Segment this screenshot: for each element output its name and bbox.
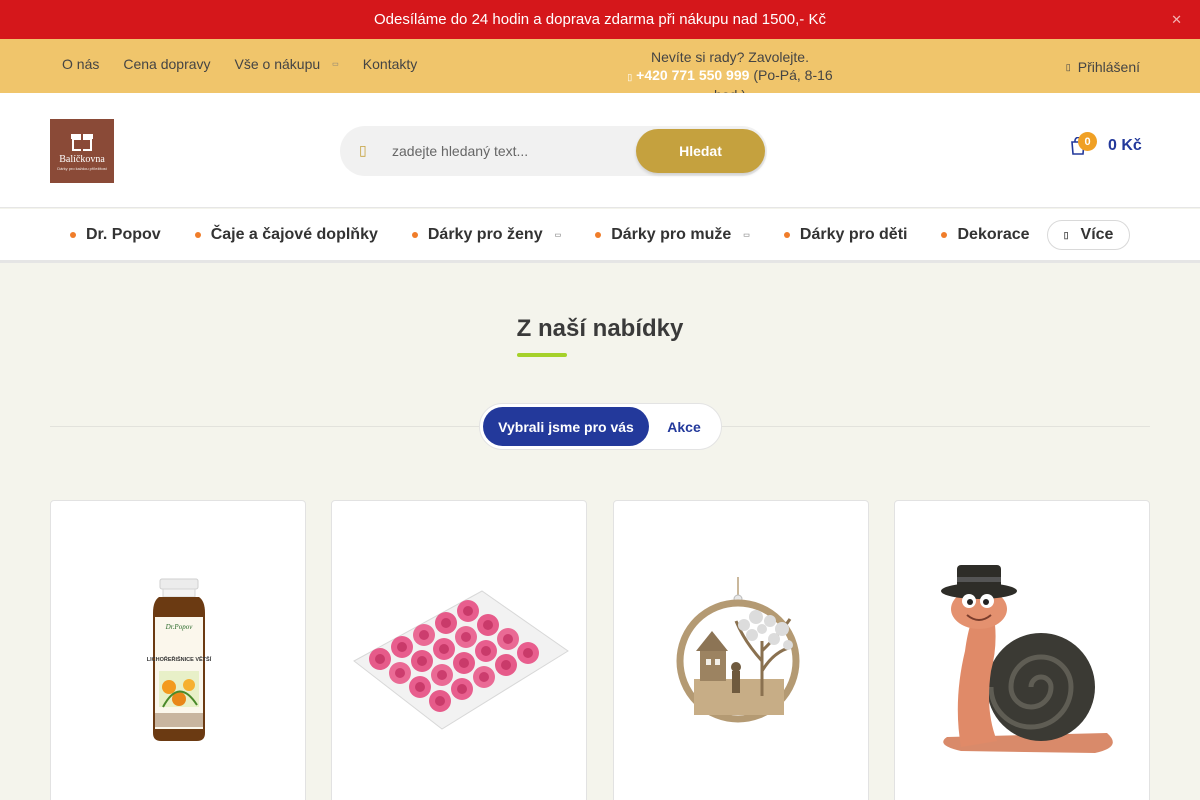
bullet-icon	[783, 232, 790, 238]
category-nav: Dr. Popov Čaje a čajové doplňky Dárky pr…	[0, 209, 1200, 263]
search-input[interactable]	[392, 141, 622, 161]
category-label: Dekorace	[957, 226, 1030, 243]
product-label-text: LICHOŘEŘIŠNICE VĚTŠÍ	[147, 655, 212, 663]
link-shopping-info[interactable]: Vše o nákupu ▭	[223, 56, 351, 72]
cart[interactable]: 0 0 Kč	[1068, 132, 1142, 159]
ceramic-snail-figurine-image	[941, 565, 1113, 753]
login-label: Přihlášení	[1077, 59, 1140, 75]
category-label: Dárky pro ženy	[427, 226, 543, 243]
more-label: Více	[1080, 226, 1114, 243]
site-header: Balíčkovna Dárky pro každou příležitost …	[0, 93, 1200, 208]
chevron-down-icon: ▭	[332, 61, 339, 68]
svg-text:Dr.Popov: Dr.Popov	[165, 623, 194, 631]
product-card[interactable]	[894, 500, 1150, 800]
category-label: Dr. Popov	[86, 226, 161, 243]
close-icon[interactable]: ✕	[1171, 12, 1182, 28]
tab-sale[interactable]: Akce	[656, 407, 712, 446]
herbal-tincture-bottle-image: Dr.Popov LICHOŘEŘIŠNICE VĚTŠÍ	[147, 578, 212, 741]
promo-text: Odesíláme do 24 hodin a doprava zdarma p…	[374, 11, 826, 28]
search-icon: ▯	[359, 142, 367, 158]
phone-icon: ▯	[627, 72, 633, 82]
shopping-bag-icon: 0	[1068, 132, 1097, 159]
wooden-hanging-decoration-image	[676, 577, 800, 723]
cart-total: 0 Kč	[1108, 137, 1142, 154]
bullet-icon	[595, 232, 602, 238]
bullet-icon	[411, 232, 418, 238]
search-bar: ▯ Hledat	[340, 126, 767, 176]
pink-soap-roses-box-image	[353, 590, 569, 730]
category-gifts-men[interactable]: Dárky pro muže ▭	[595, 226, 750, 244]
bullet-icon	[941, 232, 948, 238]
top-links: O nás Cena dopravy Vše o nákupu ▭ Kontakt…	[50, 56, 429, 72]
logo-tagline: Dárky pro každou příležitost	[57, 166, 107, 171]
title-underline	[517, 353, 567, 357]
logo[interactable]: Balíčkovna Dárky pro každou příležitost	[50, 119, 114, 183]
phone-number[interactable]: +420 771 550 999	[636, 67, 749, 83]
category-label: Dárky pro děti	[799, 226, 908, 243]
category-label: Čaje a čajové doplňky	[210, 226, 378, 243]
section-title: Z naší nabídky	[516, 315, 684, 342]
bullet-icon	[194, 232, 201, 238]
chevron-down-icon: ▭	[743, 232, 750, 239]
search-button[interactable]: Hledat	[636, 129, 765, 173]
tab-recommended[interactable]: Vybrali jsme pro vás	[483, 407, 649, 446]
link-shopping-info-label: Vše o nákupu	[234, 56, 321, 72]
more-categories-button[interactable]: ▯ Více	[1047, 220, 1130, 250]
user-icon: ▯	[1065, 61, 1071, 72]
link-about[interactable]: O nás	[50, 56, 111, 72]
category-gifts-women[interactable]: Dárky pro ženy ▭	[411, 226, 562, 244]
login-link[interactable]: ▯ Přihlášení	[1066, 59, 1140, 75]
link-contacts[interactable]: Kontakty	[351, 56, 429, 72]
category-decorations[interactable]: Dekorace	[941, 226, 1030, 244]
logo-name: Balíčkovna	[59, 154, 105, 165]
promo-bar: Odesíláme do 24 hodin a doprava zdarma p…	[0, 0, 1200, 39]
product-card[interactable]	[331, 500, 587, 800]
product-tabs: Vybrali jsme pro vás Akce	[479, 403, 722, 450]
category-teas[interactable]: Čaje a čajové doplňky	[194, 226, 378, 244]
help-line: Nevíte si rady? Zavolejte.	[651, 49, 809, 65]
menu-icon: ▯	[1063, 229, 1069, 240]
gift-icon	[71, 131, 93, 151]
category-dr-popov[interactable]: Dr. Popov	[70, 226, 161, 244]
chevron-down-icon: ▭	[554, 232, 562, 239]
link-shipping-price[interactable]: Cena dopravy	[111, 56, 222, 72]
cart-count-badge: 0	[1078, 132, 1097, 151]
category-label: Dárky pro muže	[611, 226, 732, 243]
product-card[interactable]	[613, 500, 869, 800]
info-bar: O nás Cena dopravy Vše o nákupu ▭ Kontakt…	[0, 39, 1200, 103]
category-gifts-kids[interactable]: Dárky pro děti	[783, 226, 908, 244]
product-card[interactable]: Dr.Popov LICHOŘEŘIŠNICE VĚTŠÍ	[50, 500, 306, 800]
bullet-icon	[70, 232, 76, 238]
